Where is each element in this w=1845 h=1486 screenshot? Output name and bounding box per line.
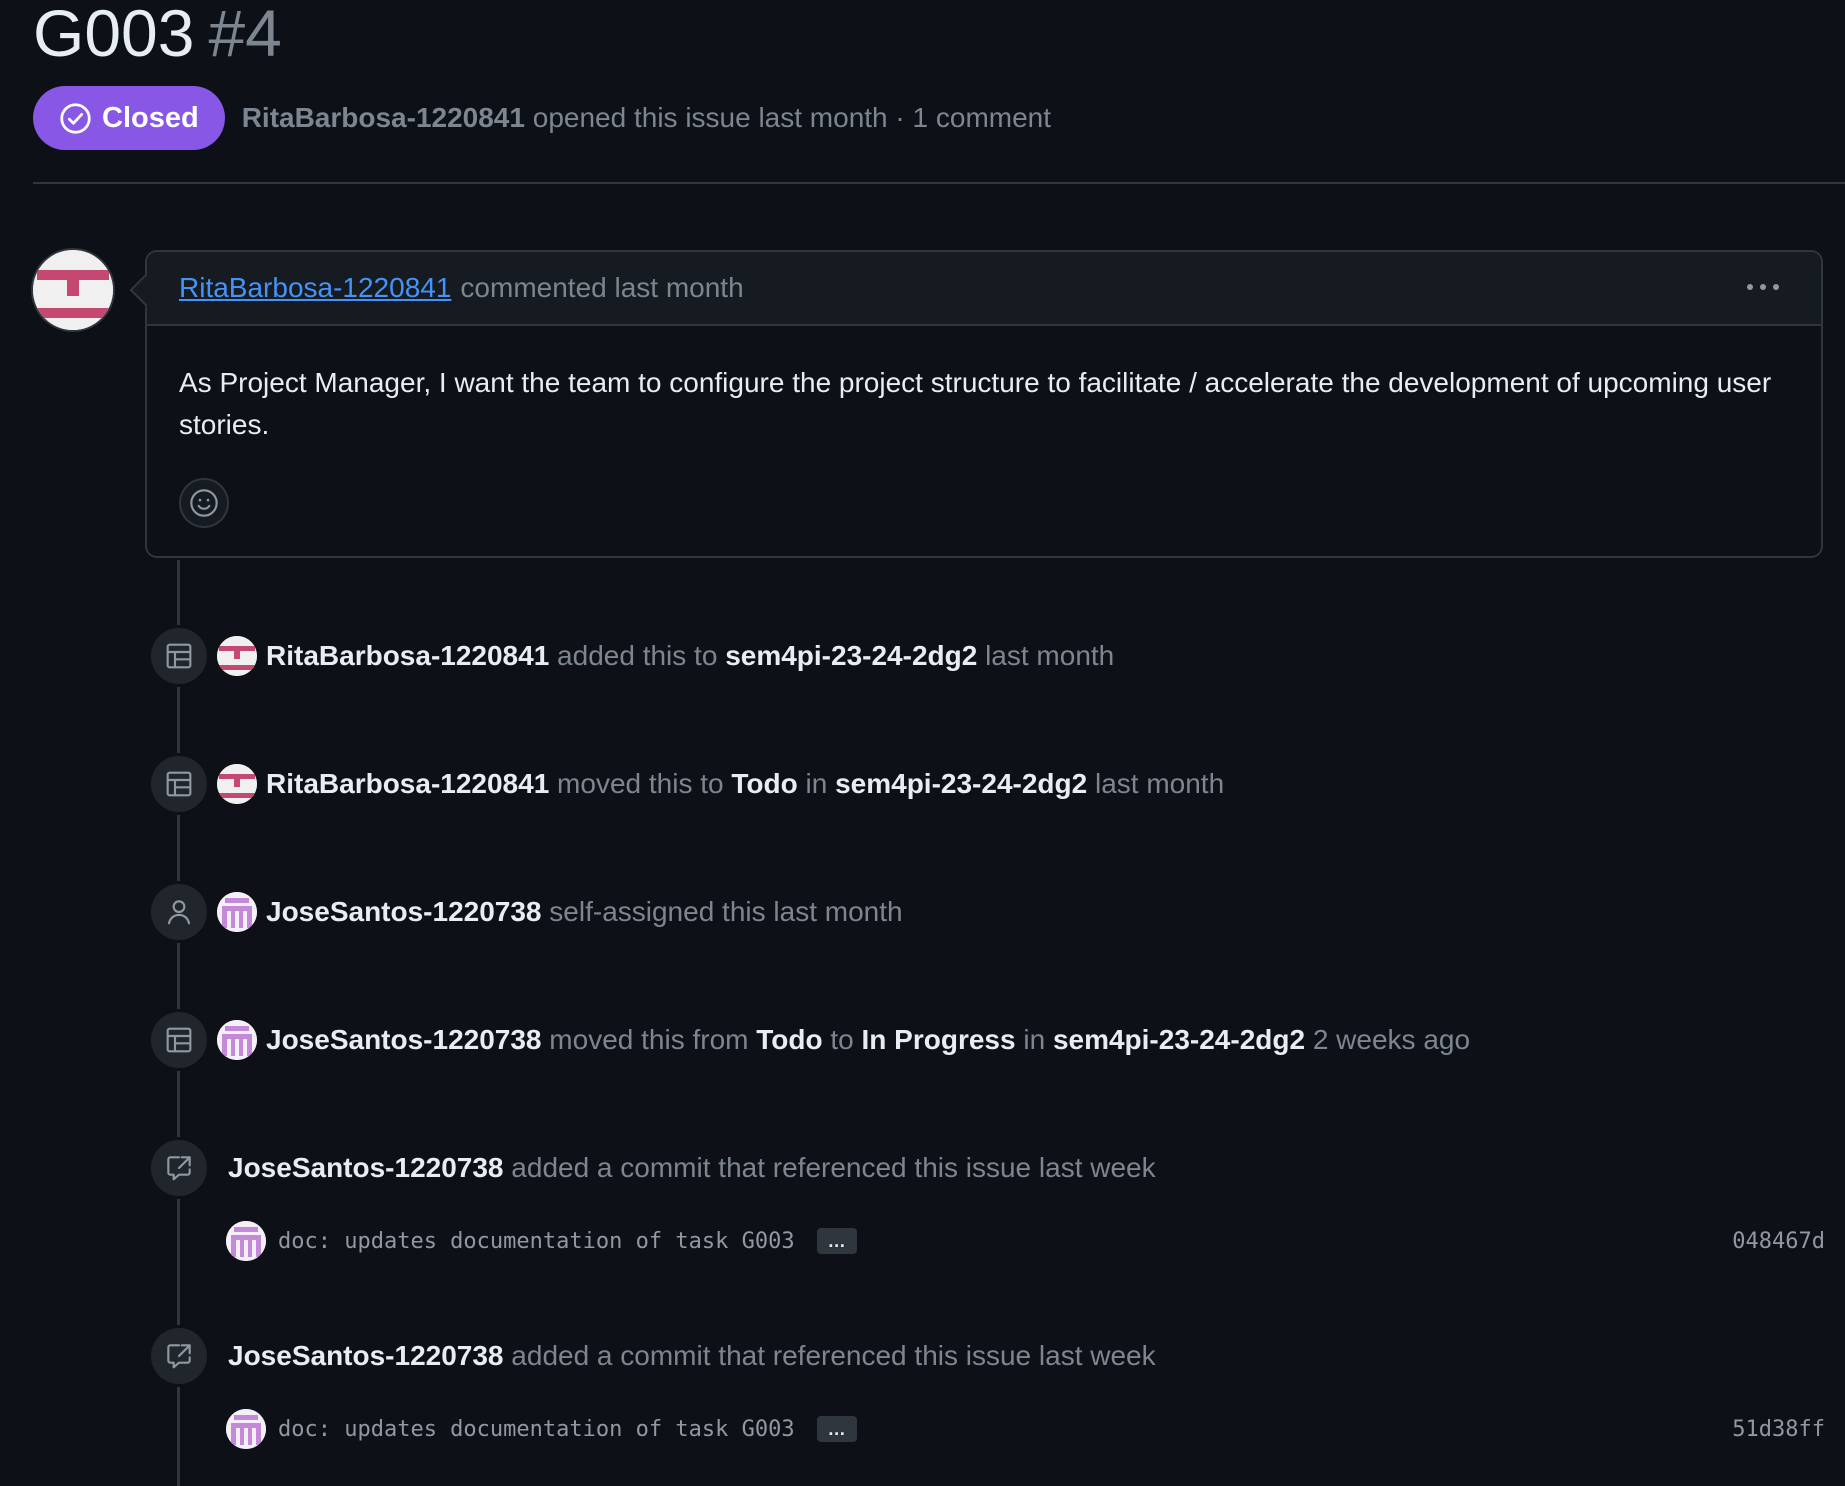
header-divider	[33, 182, 1845, 184]
project-table-icon	[148, 1009, 210, 1071]
project-table-icon	[148, 753, 210, 815]
project-table-icon	[148, 625, 210, 687]
issue-author-link[interactable]: RitaBarbosa-1220841	[242, 102, 525, 133]
commit-author-avatar[interactable]	[226, 1221, 266, 1261]
cross-reference-icon	[148, 1137, 210, 1199]
issue-number: #4	[208, 0, 282, 70]
event-target-link[interactable]: Todo	[756, 1024, 822, 1055]
event-target-link[interactable]: sem4pi-23-24-2dg2	[1053, 1024, 1305, 1055]
event-text: RitaBarbosa-1220841 added this to sem4pi…	[266, 640, 1114, 672]
closed-state-badge: Closed	[33, 86, 225, 150]
issue-comment: RitaBarbosa-1220841 commented last month…	[145, 250, 1823, 558]
person-icon	[148, 881, 210, 943]
avatar[interactable]	[217, 1020, 257, 1060]
comment-body: As Project Manager, I want the team to c…	[179, 367, 1772, 440]
state-label: Closed	[102, 101, 199, 134]
event-actor-link[interactable]: JoseSantos-1220738	[266, 896, 542, 927]
timeline-event: JoseSantos-1220738 self-assigned this la…	[148, 881, 903, 943]
commit-row: doc: updates documentation of task G003 ……	[226, 1407, 1825, 1451]
event-text: JoseSantos-1220738 self-assigned this la…	[266, 896, 903, 928]
add-reaction-button[interactable]	[179, 478, 229, 528]
expand-commit-button[interactable]: …	[816, 1228, 857, 1254]
issue-opened-text: opened this issue last month · 1 comment	[532, 102, 1052, 133]
comment-header-text: commented last month	[460, 272, 744, 303]
event-description: added a commit that referenced this issu…	[503, 1340, 1156, 1371]
event-target-link[interactable]: sem4pi-23-24-2dg2	[835, 768, 1087, 799]
event-actor-link[interactable]: RitaBarbosa-1220841	[266, 768, 549, 799]
event-description: last month	[1087, 768, 1225, 799]
avatar[interactable]	[217, 892, 257, 932]
event-description: in	[1015, 1024, 1053, 1055]
event-text: JoseSantos-1220738 added a commit that r…	[228, 1340, 1156, 1372]
avatar[interactable]	[217, 636, 257, 676]
event-target-link[interactable]: Todo	[731, 768, 797, 799]
commit-row: doc: updates documentation of task G003 ……	[226, 1219, 1825, 1263]
comment-author-avatar[interactable]	[33, 250, 113, 330]
issue-meta: RitaBarbosa-1220841 opened this issue la…	[242, 102, 1051, 134]
event-description: to	[822, 1024, 862, 1055]
issue-title: G003 #4	[33, 0, 282, 68]
smiley-icon	[190, 489, 218, 517]
issue-title-text: G003	[33, 0, 195, 70]
comment-options-icon[interactable]	[1743, 272, 1783, 302]
avatar[interactable]	[217, 764, 257, 804]
commit-sha-link[interactable]: 51d38ff	[1732, 1417, 1825, 1442]
event-actor-link[interactable]: JoseSantos-1220738	[228, 1340, 504, 1371]
event-description: 2 weeks ago	[1305, 1024, 1471, 1055]
event-description: in	[797, 768, 836, 799]
event-actor-link[interactable]: JoseSantos-1220738	[266, 1024, 542, 1055]
event-text: RitaBarbosa-1220841 moved this to Todo i…	[266, 768, 1224, 800]
event-description: added a commit that referenced this issu…	[503, 1152, 1156, 1183]
event-target-link[interactable]: sem4pi-23-24-2dg2	[725, 640, 977, 671]
commit-author-avatar[interactable]	[226, 1409, 266, 1449]
timeline-event: JoseSantos-1220738 moved this from Todo …	[148, 1009, 1470, 1071]
expand-commit-button[interactable]: …	[816, 1416, 857, 1442]
event-text: JoseSantos-1220738 added a commit that r…	[228, 1152, 1156, 1184]
event-description: moved this to	[549, 768, 732, 799]
timeline-event: JoseSantos-1220738 added a commit that r…	[148, 1137, 1156, 1199]
commit-message-link[interactable]: doc: updates documentation of task G003	[278, 1229, 795, 1254]
commit-message-link[interactable]: doc: updates documentation of task G003	[278, 1417, 795, 1442]
event-description: last month	[977, 640, 1115, 671]
event-actor-link[interactable]: RitaBarbosa-1220841	[266, 640, 549, 671]
timeline-event: RitaBarbosa-1220841 moved this to Todo i…	[148, 753, 1224, 815]
comment-author-link[interactable]: RitaBarbosa-1220841	[179, 272, 451, 304]
check-circle-icon	[60, 102, 91, 134]
event-description: moved this from	[541, 1024, 757, 1055]
timeline-event: RitaBarbosa-1220841 added this to sem4pi…	[148, 625, 1114, 687]
cross-reference-icon	[148, 1325, 210, 1387]
event-text: JoseSantos-1220738 moved this from Todo …	[266, 1024, 1470, 1056]
issue-state-row: Closed RitaBarbosa-1220841 opened this i…	[33, 86, 1051, 150]
comment-header: RitaBarbosa-1220841 commented last month	[147, 252, 1821, 326]
event-actor-link[interactable]: JoseSantos-1220738	[228, 1152, 504, 1183]
event-target-link[interactable]: In Progress	[862, 1024, 1016, 1055]
timeline-event: JoseSantos-1220738 added a commit that r…	[148, 1325, 1156, 1387]
event-description: self-assigned this last month	[541, 896, 903, 927]
event-description: added this to	[549, 640, 726, 671]
commit-sha-link[interactable]: 048467d	[1732, 1229, 1825, 1254]
